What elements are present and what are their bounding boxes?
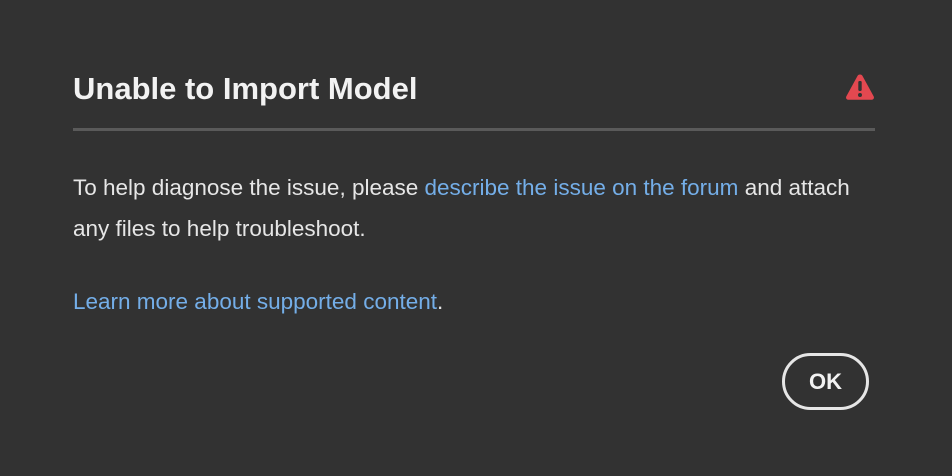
learn-more-line: Learn more about supported content. xyxy=(73,281,443,322)
learn-more-link[interactable]: Learn more about supported content xyxy=(73,289,437,314)
dialog-title: Unable to Import Model xyxy=(73,71,418,106)
ok-button[interactable]: OK xyxy=(782,353,869,410)
message-prefix: To help diagnose the issue, please xyxy=(73,175,425,200)
import-error-dialog: Unable to Import Model To help diagnose … xyxy=(0,0,952,476)
alert-triangle-icon xyxy=(845,73,875,101)
dialog-message: To help diagnose the issue, please descr… xyxy=(73,167,875,249)
forum-link[interactable]: describe the issue on the forum xyxy=(425,175,739,200)
learn-more-suffix: . xyxy=(437,289,444,314)
dialog-header: Unable to Import Model xyxy=(73,62,875,114)
header-divider xyxy=(73,128,875,131)
